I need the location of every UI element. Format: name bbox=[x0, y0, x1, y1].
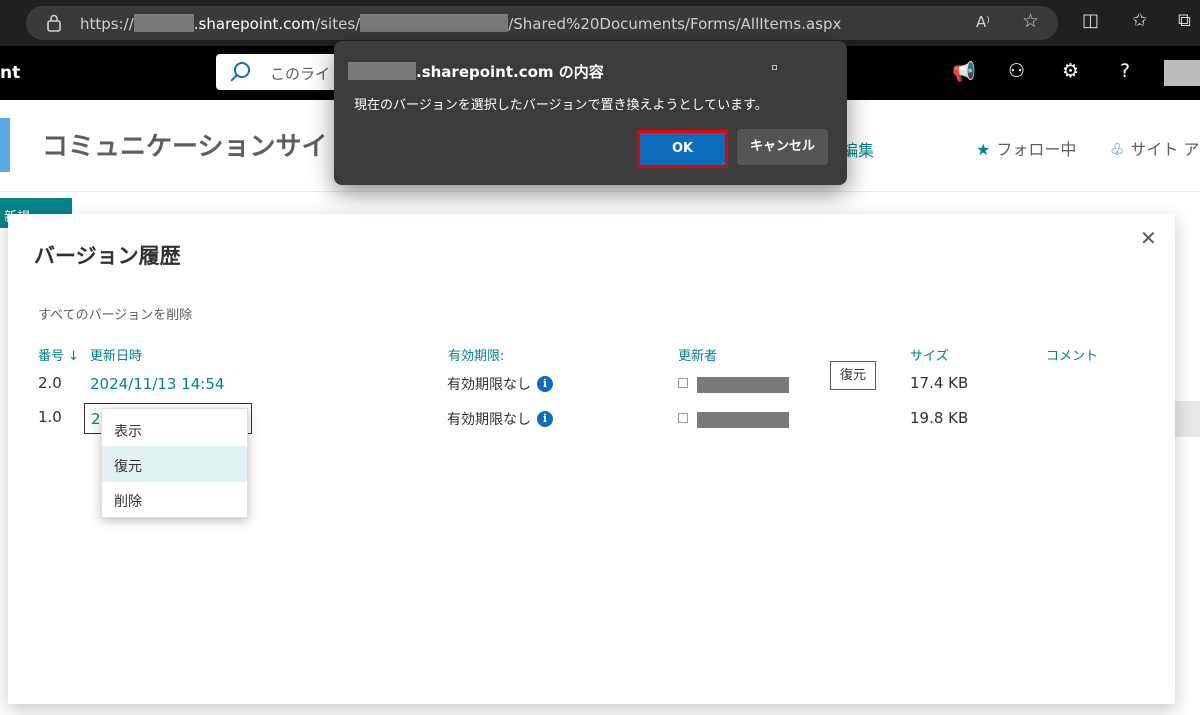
avatar[interactable] bbox=[1164, 60, 1200, 86]
menu-item-delete[interactable]: 削除 bbox=[102, 481, 247, 517]
panel-title: バージョン履歴 bbox=[34, 244, 181, 268]
address-bar[interactable]: https://.sharepoint.com/sites//Shared%20… bbox=[26, 6, 1058, 40]
column-modified-by[interactable]: 更新者 bbox=[678, 345, 717, 364]
expiry-text: 有効期限なし i bbox=[447, 374, 553, 394]
follow-button[interactable]: ★ フォロー中 bbox=[976, 136, 1076, 160]
expiry-text: 有効期限なし i bbox=[447, 409, 553, 429]
column-comment[interactable]: コメント bbox=[1046, 345, 1098, 364]
expiry-label: 有効期限なし bbox=[447, 412, 531, 428]
confirm-dialog: .sharepoint.com の内容 現在のバージョンを選択したバージョンで置… bbox=[334, 41, 847, 185]
menu-item-restore[interactable]: 復元 bbox=[102, 446, 247, 482]
megaphone-icon[interactable]: 📢 bbox=[952, 60, 976, 83]
dialog-message: 現在のバージョンを選択したバージョンで置き換えようとしています。 bbox=[354, 98, 768, 113]
menu-item-view[interactable]: 表示 bbox=[102, 411, 247, 447]
library-row bbox=[1175, 401, 1200, 437]
version-size: 19.8 KB bbox=[910, 409, 969, 427]
dialog-title: .sharepoint.com の内容 bbox=[348, 61, 604, 82]
collections-icon[interactable]: ⧉ bbox=[1178, 10, 1191, 31]
browser-toolbar: https://.sharepoint.com/sites//Shared%20… bbox=[0, 0, 1200, 46]
follow-label: フォロー中 bbox=[996, 140, 1077, 159]
column-modified[interactable]: 更新日時 bbox=[90, 345, 142, 364]
checkbox[interactable] bbox=[678, 378, 688, 388]
dialog-title-text: .sharepoint.com の内容 bbox=[416, 63, 604, 81]
info-icon[interactable]: i bbox=[537, 376, 553, 392]
version-number: 2.0 bbox=[38, 374, 62, 392]
star-icon: ★ bbox=[976, 140, 991, 159]
version-date-link[interactable]: 2024/11/13 14:54 bbox=[90, 375, 224, 393]
restore-button[interactable]: 復元 bbox=[830, 361, 876, 390]
dialog-marker bbox=[772, 65, 777, 70]
checkbox[interactable] bbox=[678, 413, 688, 423]
read-aloud-icon[interactable]: A⁾ bbox=[976, 13, 990, 31]
lock-icon bbox=[47, 14, 61, 32]
version-number: 1.0 bbox=[38, 408, 62, 426]
version-size: 17.4 KB bbox=[910, 374, 969, 392]
site-access-label: サイト ア bbox=[1130, 140, 1200, 159]
share-icon[interactable]: ⚇ bbox=[1008, 60, 1025, 82]
favorites-icon[interactable]: ✩ bbox=[1132, 10, 1147, 31]
site-logo[interactable] bbox=[0, 118, 10, 172]
redacted-host bbox=[348, 62, 416, 80]
help-icon[interactable]: ? bbox=[1120, 60, 1130, 82]
people-icon: ♧ bbox=[1110, 140, 1125, 159]
expiry-label: 有効期限なし bbox=[447, 377, 531, 393]
address-url: https://.sharepoint.com/sites//Shared%20… bbox=[80, 14, 842, 33]
column-expiry[interactable]: 有効期限: bbox=[448, 345, 504, 364]
column-number[interactable]: 番号 ↓ bbox=[38, 345, 79, 364]
split-screen-icon[interactable]: ◫ bbox=[1082, 10, 1099, 31]
site-title[interactable]: コミュニケーションサイ bbox=[42, 126, 327, 163]
ok-button[interactable]: OK bbox=[635, 128, 730, 170]
delete-all-versions-link[interactable]: すべてのバージョンを削除 bbox=[38, 304, 192, 323]
cancel-button[interactable]: キャンセル bbox=[737, 129, 828, 165]
app-name[interactable]: nt bbox=[0, 63, 20, 83]
favorite-star-icon[interactable]: ☆ bbox=[1022, 10, 1039, 32]
info-icon[interactable]: i bbox=[537, 411, 553, 427]
site-access-button[interactable]: ♧ サイト ア bbox=[1110, 136, 1199, 160]
modified-by-name bbox=[697, 377, 789, 393]
settings-gear-icon[interactable]: ⚙ bbox=[1062, 60, 1079, 82]
column-size[interactable]: サイズ bbox=[910, 345, 949, 364]
search-placeholder: このライ bbox=[270, 65, 331, 83]
search-icon bbox=[234, 62, 250, 78]
modified-by-name bbox=[697, 412, 789, 428]
search-box[interactable]: このライ bbox=[216, 54, 346, 90]
close-icon[interactable]: ✕ bbox=[1140, 226, 1157, 250]
version-context-menu: 表示 復元 削除 bbox=[101, 408, 248, 518]
